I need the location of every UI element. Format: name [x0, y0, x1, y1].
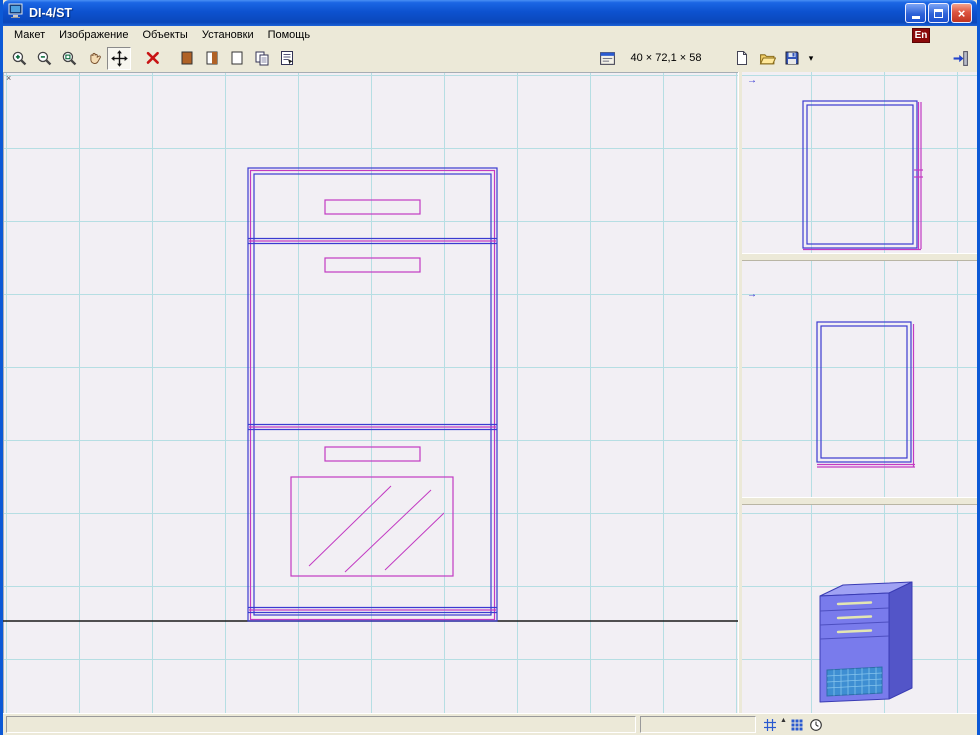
grid-toggle-button[interactable]	[760, 716, 779, 734]
open-button[interactable]	[755, 47, 779, 70]
zoom-fit-icon	[62, 51, 76, 65]
clock-button[interactable]	[807, 716, 826, 734]
menu-ustanovki[interactable]: Установки	[195, 28, 261, 42]
main-drawing-canvas[interactable]: ×	[3, 72, 738, 713]
language-indicator[interactable]: En	[912, 27, 930, 43]
hand-icon	[89, 52, 101, 64]
exit-icon	[953, 50, 968, 66]
open-folder-icon	[759, 53, 776, 64]
fill-solid-icon	[181, 51, 193, 65]
fill-none-icon	[231, 51, 243, 65]
save-button[interactable]	[780, 47, 804, 70]
maximize-button[interactable]	[928, 3, 949, 23]
workspace: × → →	[3, 72, 977, 713]
view-panels-column: → →	[742, 72, 977, 713]
statusbar: ▲	[3, 713, 977, 735]
horizontal-splitter-1[interactable]	[742, 253, 977, 261]
cabinet-side-view-drawing	[802, 100, 923, 251]
app-window: DI-4/ST × Макет Изображение Объекты Уста…	[0, 0, 980, 735]
grid-up-arrow[interactable]: ▲	[780, 714, 787, 724]
cabinet-door-view-drawing	[816, 321, 915, 468]
menu-maket[interactable]: Макет	[7, 28, 52, 42]
object-properties-button[interactable]	[595, 47, 619, 70]
side-view-panel[interactable]: →	[742, 72, 977, 253]
zoom-in-icon	[12, 51, 26, 65]
toolbar: 40 × 72,1 × 58 ▾	[3, 44, 977, 72]
titlebar: DI-4/ST ×	[3, 0, 977, 26]
grid-snap-button[interactable]	[788, 716, 807, 734]
delete-button[interactable]	[141, 47, 165, 70]
minimize-button[interactable]	[905, 3, 926, 23]
grid-filled-icon	[791, 719, 803, 730]
zoom-out-icon	[37, 51, 51, 65]
move-icon	[110, 49, 128, 67]
fill-half-icon	[206, 51, 218, 65]
close-icon: ×	[957, 5, 966, 21]
app-icon	[8, 3, 24, 24]
status-message-cell	[6, 716, 636, 733]
front-view-panel[interactable]: →	[742, 261, 977, 497]
cabinet-front-view-drawing	[3, 167, 738, 622]
object-properties-icon	[599, 51, 615, 65]
properties-button[interactable]	[275, 47, 299, 70]
exit-button[interactable]	[948, 47, 972, 70]
fill-half-button[interactable]	[200, 47, 224, 70]
move-button[interactable]	[107, 46, 131, 70]
save-dropdown-arrow[interactable]: ▾	[806, 53, 816, 64]
save-diskette-icon	[785, 51, 799, 65]
status-secondary-cell	[640, 716, 756, 733]
dimensions-value: 40 × 72,1 × 58	[630, 52, 702, 64]
delete-x-icon	[146, 51, 159, 64]
cabinet-3d-render	[819, 581, 913, 703]
zoom-out-button[interactable]	[32, 47, 56, 70]
maximize-icon	[934, 8, 943, 18]
menu-obekty[interactable]: Объекты	[135, 28, 194, 42]
menu-izobrazhenie[interactable]: Изображение	[52, 28, 135, 42]
new-document-icon	[737, 51, 747, 65]
fill-none-button[interactable]	[225, 47, 249, 70]
minimize-icon	[911, 11, 920, 19]
clock-icon	[810, 718, 823, 731]
menubar: Макет Изображение Объекты Установки Помо…	[3, 26, 977, 44]
pan-button[interactable]	[82, 47, 106, 70]
new-document-button[interactable]	[730, 47, 754, 70]
grid-icon	[763, 718, 776, 731]
properties-icon	[281, 51, 293, 65]
copy-button[interactable]	[250, 47, 274, 70]
view-3d-panel[interactable]	[742, 505, 977, 713]
zoom-in-button[interactable]	[7, 47, 31, 70]
fill-solid-button[interactable]	[175, 47, 199, 70]
zoom-fit-button[interactable]	[57, 47, 81, 70]
menu-pomosch[interactable]: Помощь	[261, 28, 318, 42]
close-button[interactable]: ×	[951, 3, 972, 23]
window-title: DI-4/ST	[29, 6, 73, 20]
copy-icon	[255, 51, 269, 66]
horizontal-splitter-2[interactable]	[742, 497, 977, 505]
